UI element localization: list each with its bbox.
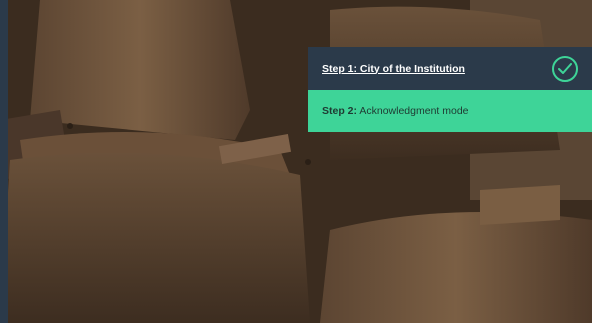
step-1-row[interactable]: Step 1: City of the Institution [308,47,592,90]
step-2-row[interactable]: Step 2: Acknowledgment mode [308,90,592,132]
step-2-text: Acknowledgment mode [359,105,469,117]
stage: Step 1: City of the Institution Step 2: … [0,0,592,323]
step-panel: Step 1: City of the Institution Step 2: … [308,47,592,132]
step-2-prefix: Step 2: [322,105,358,117]
step-1-link[interactable]: Step 1: City of the Institution [322,63,465,75]
left-edge-bar [0,0,8,323]
check-circle-icon [552,55,578,82]
step-2-label: Step 2: Acknowledgment mode [322,105,469,117]
